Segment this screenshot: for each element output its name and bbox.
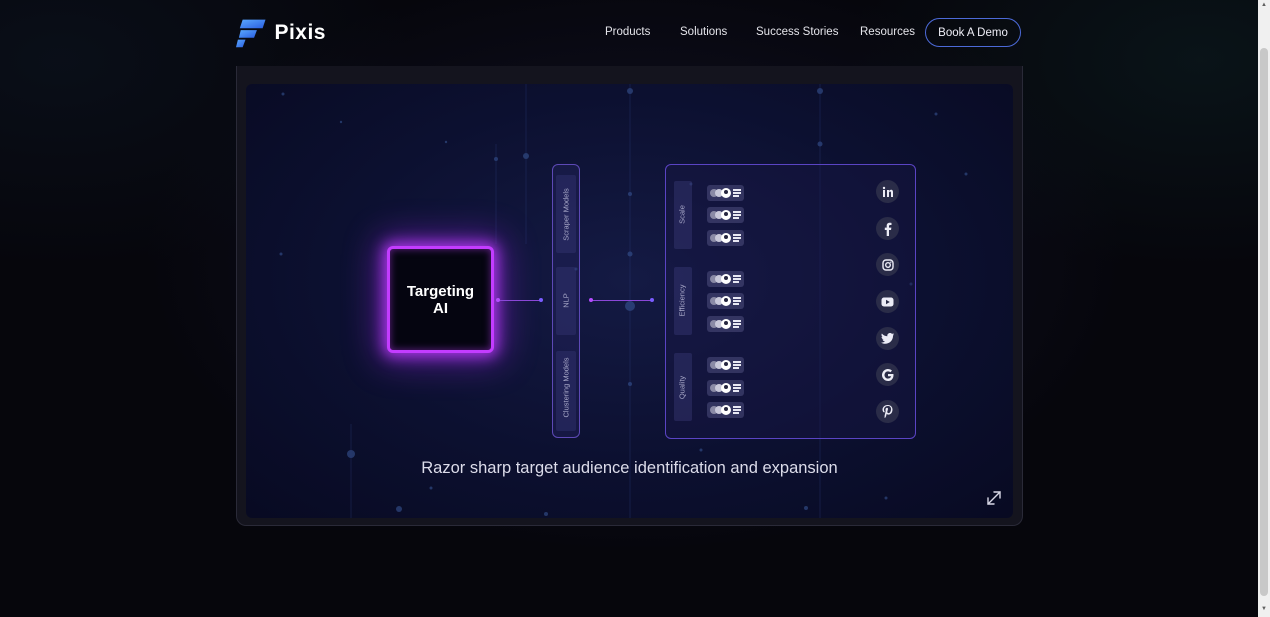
audience-chip (707, 357, 744, 373)
audience-chip (707, 293, 744, 309)
segment-label-scale: Scale (677, 205, 687, 224)
youtube-icon (876, 290, 899, 313)
model-label-nlp: NLP (561, 293, 571, 308)
audience-chip (707, 230, 744, 246)
nav-resources[interactable]: Resources (860, 26, 915, 38)
nav-solutions[interactable]: Solutions (680, 26, 727, 38)
twitter-icon (876, 327, 899, 350)
segment-label-efficiency: Efficiency (677, 284, 687, 317)
pixis-logo-icon (236, 19, 266, 48)
model-label-clustering: Clustering Models (561, 357, 571, 418)
nav-success-stories[interactable]: Success Stories (756, 26, 838, 38)
segment-label-quality: Quality (677, 375, 687, 400)
connector-dot (650, 298, 654, 302)
audience-chip (707, 185, 744, 201)
audience-chip (707, 402, 744, 418)
scroll-down-icon[interactable]: ▼ (1260, 606, 1268, 614)
model-label-scraper: Scraper Models (561, 188, 571, 241)
connector-dot (496, 298, 500, 302)
connector-dot (539, 298, 543, 302)
connector-ai-models (498, 300, 542, 301)
targeting-ai-block: Targeting AI (387, 246, 494, 353)
pinterest-icon (876, 400, 899, 423)
site-header: Pixis Products Solutions Success Stories… (0, 0, 1258, 66)
nav-products[interactable]: Products (605, 26, 650, 38)
facebook-icon (876, 217, 899, 240)
audience-chip (707, 271, 744, 287)
logo[interactable]: Pixis (236, 18, 326, 48)
google-icon (876, 363, 899, 386)
scroll-up-icon[interactable]: ▲ (1260, 2, 1268, 10)
audience-chip (707, 207, 744, 223)
connector-models-audience (591, 300, 653, 301)
book-demo-button[interactable]: Book A Demo (925, 18, 1021, 47)
diagram-caption: Razor sharp target audience identificati… (421, 459, 838, 477)
linkedin-icon (876, 180, 899, 203)
scrollbar-thumb[interactable] (1260, 48, 1268, 596)
connector-dot (589, 298, 593, 302)
audience-chip (707, 316, 744, 332)
instagram-icon (876, 253, 899, 276)
brand-name: Pixis (274, 21, 326, 44)
expand-icon[interactable] (983, 487, 1005, 509)
audience-chip (707, 380, 744, 396)
targeting-ai-label: Targeting AI (406, 282, 475, 317)
